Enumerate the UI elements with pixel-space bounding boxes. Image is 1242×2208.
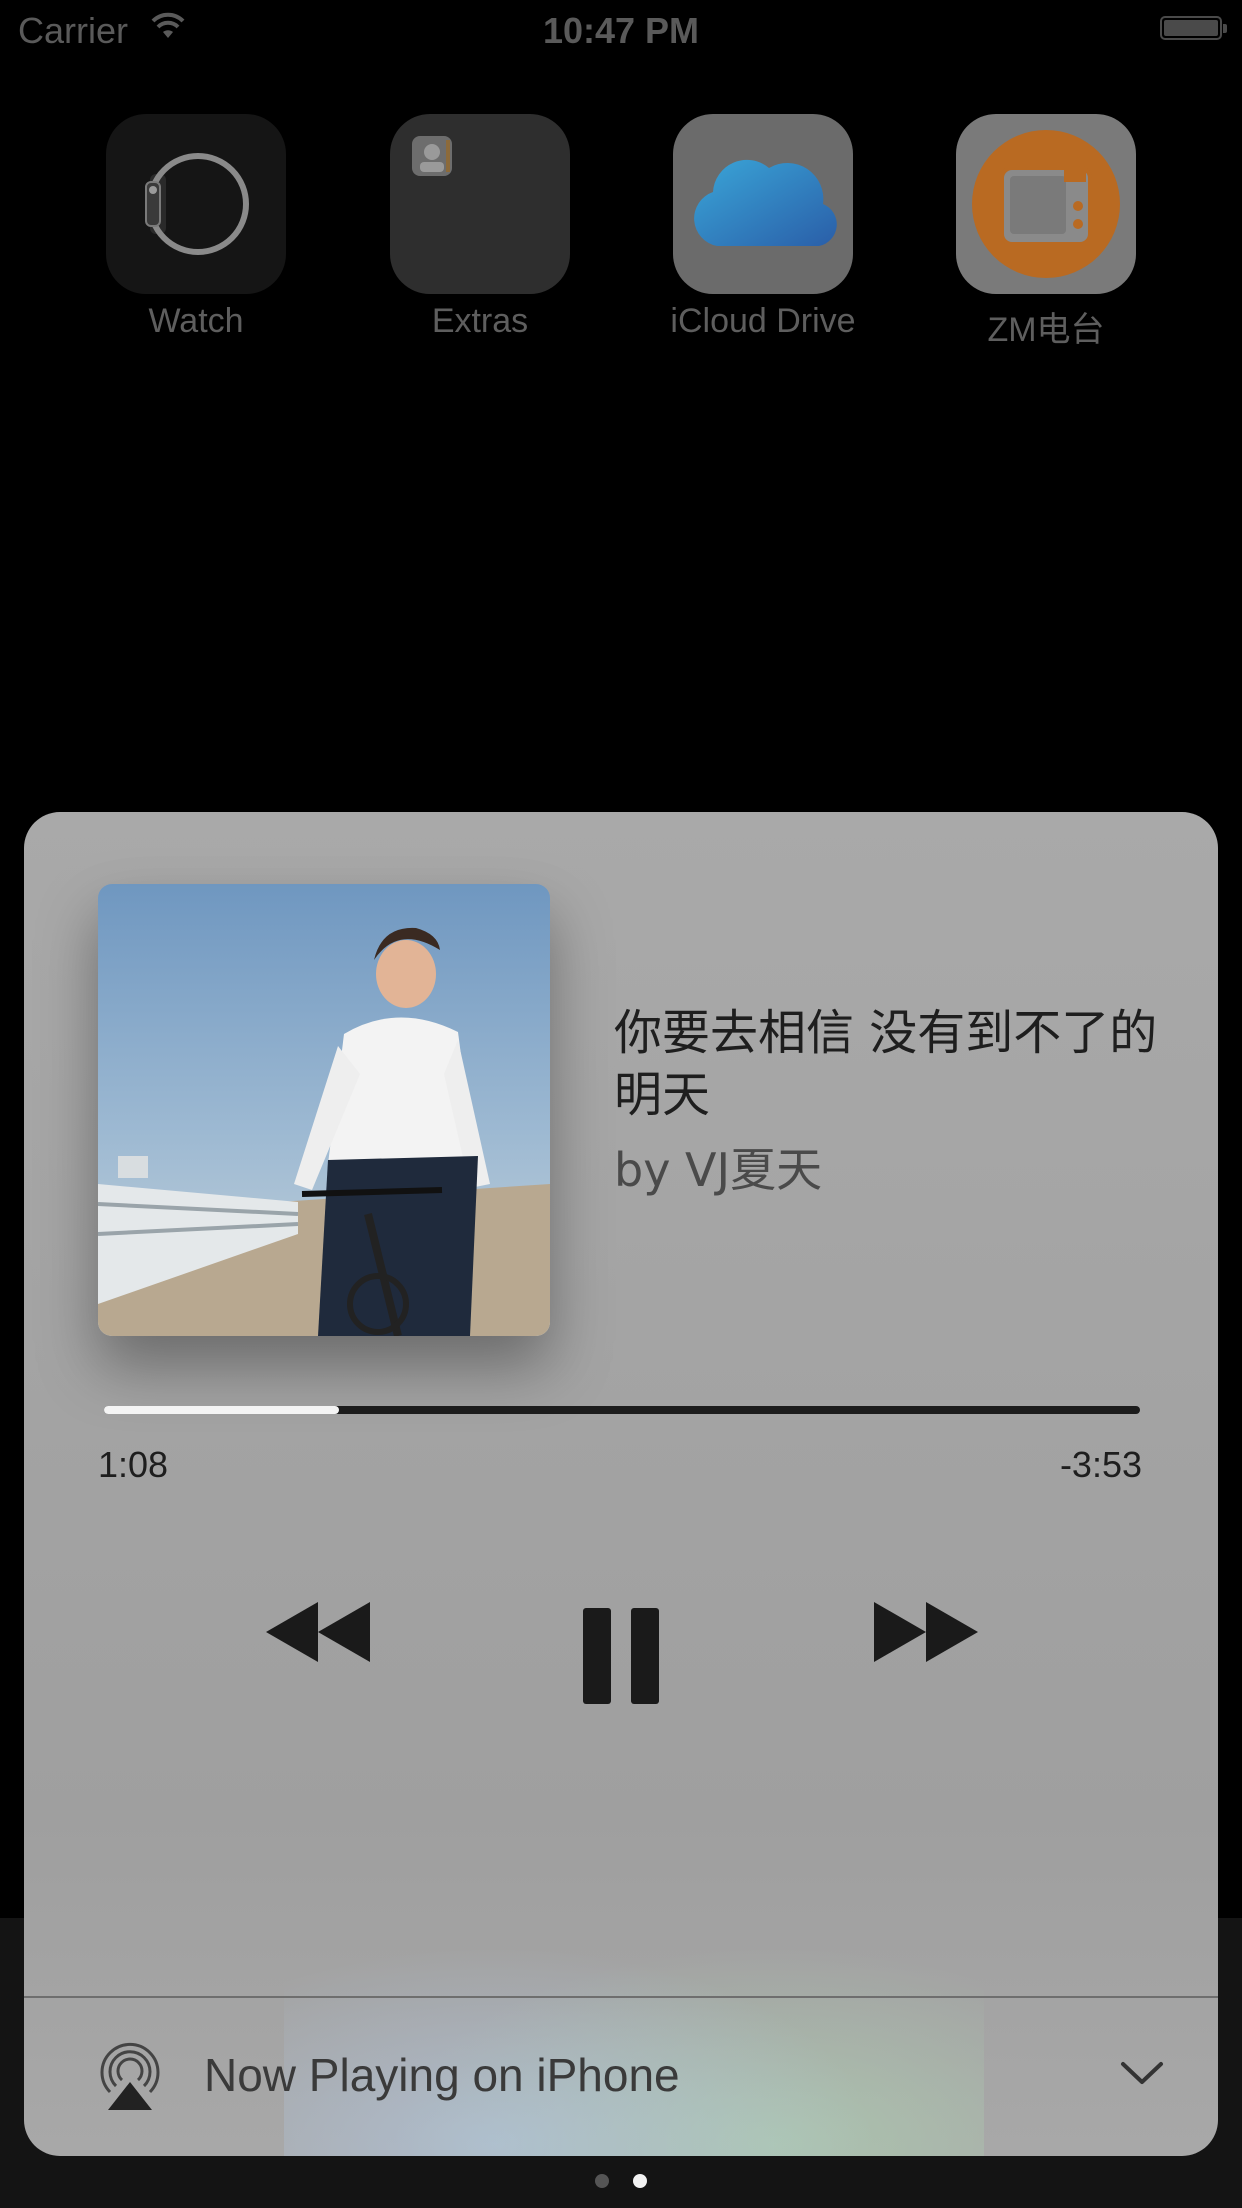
elapsed-time: 1:08 — [98, 1444, 169, 1485]
folder-icon — [390, 114, 570, 294]
radio-icon — [956, 114, 1136, 294]
app-extras[interactable]: Extras — [380, 114, 580, 341]
airplay-output-row[interactable]: Now Playing on iPhone — [24, 1998, 1218, 2156]
app-watch[interactable]: Watch — [96, 114, 296, 341]
now-playing-card: 你要去相信 没有到不了的明天 by VJ夏天 1:08 -3:53 Now Pl… — [24, 812, 1218, 2156]
fast-forward-icon — [874, 1602, 978, 1662]
remaining-time: -3:53 — [1059, 1444, 1142, 1485]
app-zm-radio[interactable]: ZM电台 — [946, 114, 1146, 351]
fast-forward-button[interactable] — [874, 1602, 978, 1662]
chevron-down-icon[interactable] — [1120, 2060, 1164, 2091]
pause-button[interactable] — [583, 1608, 659, 1704]
rewind-icon — [266, 1602, 370, 1662]
watch-icon — [106, 114, 286, 294]
battery-icon — [1160, 16, 1227, 40]
page-dot — [594, 2174, 609, 2188]
album-artwork — [98, 884, 550, 1336]
progress-fill — [104, 1406, 340, 1414]
app-label: ZM电台 — [987, 311, 1105, 349]
app-icloud-drive[interactable]: iCloud Drive — [663, 114, 863, 341]
pause-icon — [583, 1608, 659, 1704]
progress-scrubber[interactable] — [104, 1406, 1140, 1414]
airplay-icon — [94, 2040, 166, 2117]
status-clock: 10:47 PM — [542, 10, 700, 51]
song-artist: by VJ夏天 — [614, 1143, 823, 1197]
app-label: iCloud Drive — [670, 302, 856, 340]
page-dot-active — [633, 2174, 648, 2188]
status-bar: Carrier 10:47 PM — [0, 0, 1242, 60]
rewind-button[interactable] — [266, 1602, 370, 1662]
output-device-label: Now Playing on iPhone — [204, 2049, 680, 2101]
app-label: Watch — [148, 302, 244, 340]
song-title: 你要去相信 没有到不了的明天 — [614, 1005, 1158, 1123]
page-indicator[interactable] — [0, 2174, 1242, 2193]
app-label: Extras — [431, 302, 529, 340]
cloud-icon — [673, 114, 853, 294]
